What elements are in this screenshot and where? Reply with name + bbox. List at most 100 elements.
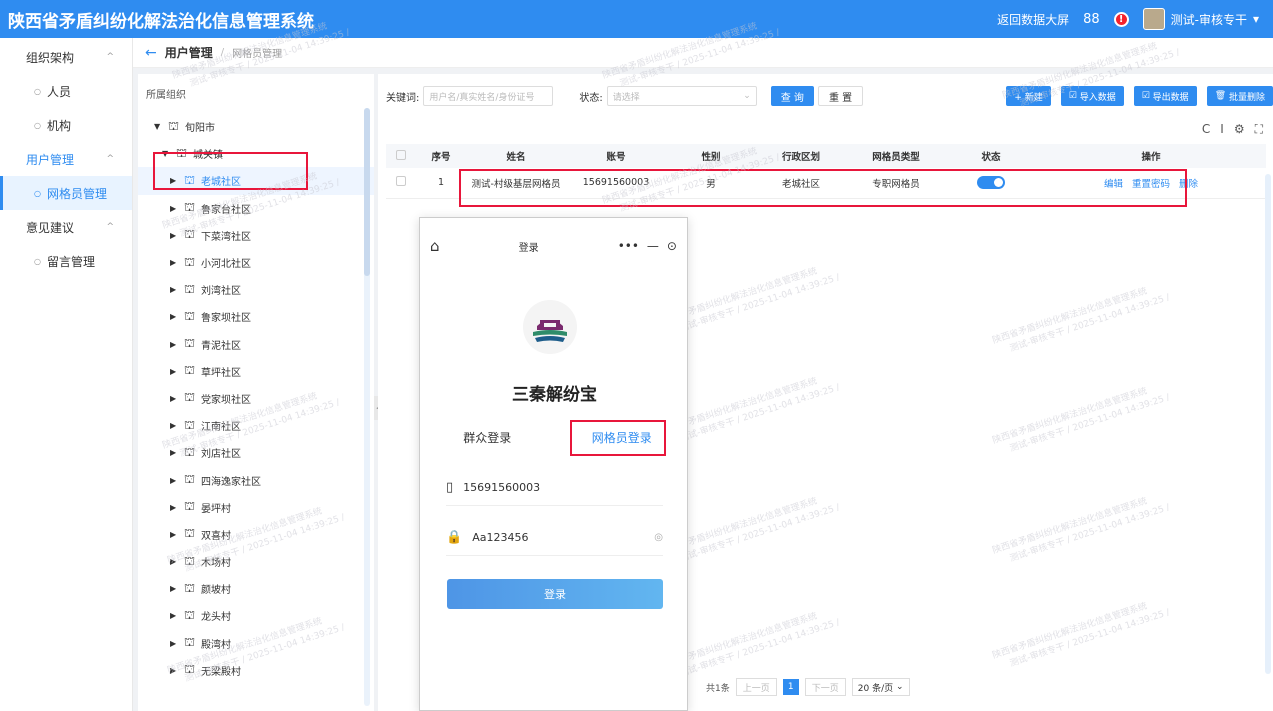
caret-right-icon[interactable]: ▶ [170,258,180,267]
import-button[interactable]: ☑ 导入数据 [1060,86,1124,106]
sidebar-item-institution[interactable]: ○ 机构 [0,108,132,142]
sidebar-group-org[interactable]: 组织架构 ^ [0,40,132,74]
caret-right-icon[interactable]: ▶ [170,666,180,675]
tree-node-label: 旬阳市 [185,123,216,135]
tree-node-label: 小河北社区 [201,259,252,271]
eye-icon[interactable]: ◎ [654,532,663,543]
caret-right-icon[interactable]: ▶ [170,503,180,512]
export-icon: ☑ [1141,91,1153,101]
breadcrumb-parent[interactable]: 用户管理 [165,44,213,61]
caret-right-icon[interactable]: ▶ [170,204,180,213]
more-icon[interactable]: ••• [618,239,639,253]
tree-node[interactable]: ▶ ⛫ 江南社区 [138,412,374,439]
grid-icon[interactable]: 88 [1083,12,1100,27]
tree-node[interactable]: ▼ ⛫ 旬阳市 [138,113,374,140]
reset-button[interactable]: 重 置 [817,86,864,106]
settings-icon[interactable]: ⚙ [1234,122,1245,137]
tree-node[interactable]: ▶ ⛫ 青泥社区 [138,331,374,358]
password-field[interactable]: 🔒 Aa123456 ◎ [446,520,663,556]
caret-right-icon[interactable]: ▶ [170,312,180,321]
tree-node[interactable]: ▶ ⛫ 无梁殿村 [138,657,374,684]
home-icon[interactable]: ⌂ [430,237,440,255]
caret-right-icon[interactable]: ▶ [170,584,180,593]
tree-node[interactable]: ▶ ⛫ 刘店社区 [138,439,374,466]
alert-icon[interactable]: ! [1113,11,1129,27]
add-button[interactable]: + 新建 [1006,86,1051,106]
caret-right-icon[interactable]: ▶ [170,639,180,648]
batch-delete-button[interactable]: 🗑 批量删除 [1206,86,1273,106]
pager-prev[interactable]: 上一页 [735,678,777,696]
status-select[interactable]: 请选择 ⌄ [606,86,757,106]
caret-right-icon[interactable]: ▶ [170,394,180,403]
app-logo [523,300,577,354]
tree-node[interactable]: ▶ ⛫ 殿湾村 [138,630,374,657]
tree-node[interactable]: ▶ ⛫ 木场村 [138,548,374,575]
dot-icon: ○ [34,120,41,130]
caret-right-icon[interactable]: ▶ [170,421,180,430]
select-all-checkbox[interactable] [396,149,406,160]
col-status: 状态 [946,144,1036,168]
tree-node[interactable]: ▶ ⛫ 下菜湾社区 [138,222,374,249]
tree-node[interactable]: ▶ ⛫ 草坪社区 [138,358,374,385]
sidebar-item-grid-member[interactable]: ○ 网格员管理 [0,176,132,210]
login-button[interactable]: 登录 [447,579,663,609]
user-menu[interactable]: 测试-审核专干 ▾ [1142,8,1259,30]
page-size-select[interactable]: 20 条/页 ⌄ [851,678,910,696]
caret-down-icon: ▾ [1252,12,1259,26]
tree-node[interactable]: ▶ ⛫ 党家坝社区 [138,385,374,412]
back-arrow-icon[interactable]: ← [145,45,157,61]
caret-right-icon[interactable]: ▶ [170,448,180,457]
tree-node-label: 鲁家坝社区 [201,313,252,325]
caret-right-icon[interactable]: ▶ [170,285,180,294]
caret-right-icon[interactable]: ▶ [170,557,180,566]
tree-node-label: 刘湾社区 [201,286,242,298]
fullscreen-icon[interactable]: ⛶ [1255,122,1263,137]
refresh-icon[interactable]: C [1202,122,1210,137]
sidebar-item-message[interactable]: ○ 留言管理 [0,244,132,278]
tree-node-label: 刘店社区 [201,449,242,461]
building-icon: ⛫ [184,526,196,541]
caret-right-icon[interactable]: ▶ [170,530,180,539]
tree-node[interactable]: ▶ ⛫ 颜坡村 [138,575,374,602]
pager-next[interactable]: 下一页 [804,678,846,696]
caret-right-icon[interactable]: ▶ [170,476,180,485]
tree-node[interactable]: ▶ ⛫ 双喜村 [138,521,374,548]
caret-right-icon[interactable]: ▶ [170,231,180,240]
table-scrollbar[interactable] [1265,174,1271,674]
tree-scrollbar-thumb[interactable] [364,108,370,276]
sidebar-item-people[interactable]: ○ 人员 [0,74,132,108]
status-label: 状态: [579,92,603,104]
caret-right-icon[interactable]: ▶ [170,340,180,349]
phone-title: 登录 [518,242,539,254]
account-field[interactable]: ▯ 15691560003 [446,470,663,506]
tree-node[interactable]: ▶ ⛫ 四海逸家社区 [138,466,374,493]
sidebar-group-user-mgmt[interactable]: 用户管理 ^ [0,142,132,176]
tree-node[interactable]: ▶ ⛫ 鲁家台社区 [138,195,374,222]
caret-right-icon[interactable]: ▶ [170,367,180,376]
tree-node[interactable]: ▶ ⛫ 刘湾社区 [138,276,374,303]
org-tree: ▼ ⛫ 旬阳市 ▼ ⛫ 城关镇 ▶ ⛫ 老城社区 ▶ ⛫ 鲁家台社区 ▶ ⛫ 下菜湾社区 ▶ ⛫ 小河北社区 ▶ ⛫ 刘… [138,113,374,684]
tab-public-login[interactable]: 群众登录 [420,429,555,446]
minimize-icon[interactable]: — [647,239,659,253]
tree-node[interactable]: ▶ ⛫ 小河北社区 [138,249,374,276]
tree-scrollbar[interactable] [364,108,370,706]
tree-node[interactable]: ▶ ⛫ 晏坪村 [138,494,374,521]
export-button[interactable]: ☑ 导出数据 [1133,86,1197,106]
building-icon: ⛫ [184,607,196,622]
search-button[interactable]: 查 询 [770,86,814,106]
pager-current-page[interactable]: 1 [782,679,799,695]
caret-down-icon[interactable]: ▼ [154,122,164,131]
caret-right-icon[interactable]: ▶ [170,611,180,620]
tree-node-label: 下菜湾社区 [201,231,252,243]
tree-node[interactable]: ▶ ⛫ 龙头村 [138,602,374,629]
tree-node[interactable]: ▶ ⛫ 鲁家坝社区 [138,303,374,330]
sidebar-group-suggestion[interactable]: 意见建议 ^ [0,210,132,244]
density-icon[interactable]: I [1220,122,1224,137]
tree-node-label: 无梁殿村 [201,666,242,678]
building-icon: ⛫ [184,227,196,242]
capsule-menu[interactable]: ••• — ⊙ [618,239,677,253]
return-big-screen-link[interactable]: 返回数据大屏 [997,11,1069,28]
close-circle-icon[interactable]: ⊙ [667,239,677,253]
row-checkbox[interactable] [396,176,406,187]
keyword-input[interactable]: 用户名/真实姓名/身份证号 [423,86,554,106]
